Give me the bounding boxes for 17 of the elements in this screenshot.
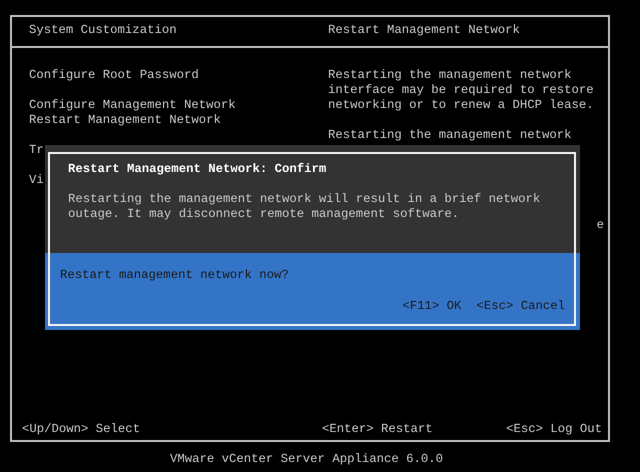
screen-title: System Customization [29, 23, 178, 38]
description-text: e [596, 218, 604, 232]
dialog-title: Restart Management Network: Confirm [68, 162, 328, 177]
key-hint: <Up/Down> Select [22, 422, 142, 437]
dialog-button[interactable]: <F11> OK [402, 299, 462, 314]
prompt-question: Restart management network now? [60, 268, 290, 283]
menu-item[interactable]: Restart Management Network [29, 113, 328, 128]
dialog-button[interactable]: <Esc> Cancel [476, 299, 565, 314]
dialog-message: Restarting the management network will result in a brief network outage. It may disconnect remote management software. [68, 192, 542, 222]
product-name: VMware vCenter Server Appliance 6.0.0 [168, 452, 444, 467]
description-text: Restarting the management network [328, 128, 573, 143]
panel-title: Restart Management Network [328, 23, 521, 38]
menu-item[interactable]: Configure Root Password [29, 68, 328, 83]
menu-item[interactable]: Configure Management Network [29, 98, 328, 113]
description-text: Restarting the management network interface may be required to restore networking or to renew a DHCP lease. [328, 68, 595, 113]
key-hint: <Enter> Restart [322, 422, 434, 437]
key-hint: <Esc> Log Out [506, 422, 602, 437]
